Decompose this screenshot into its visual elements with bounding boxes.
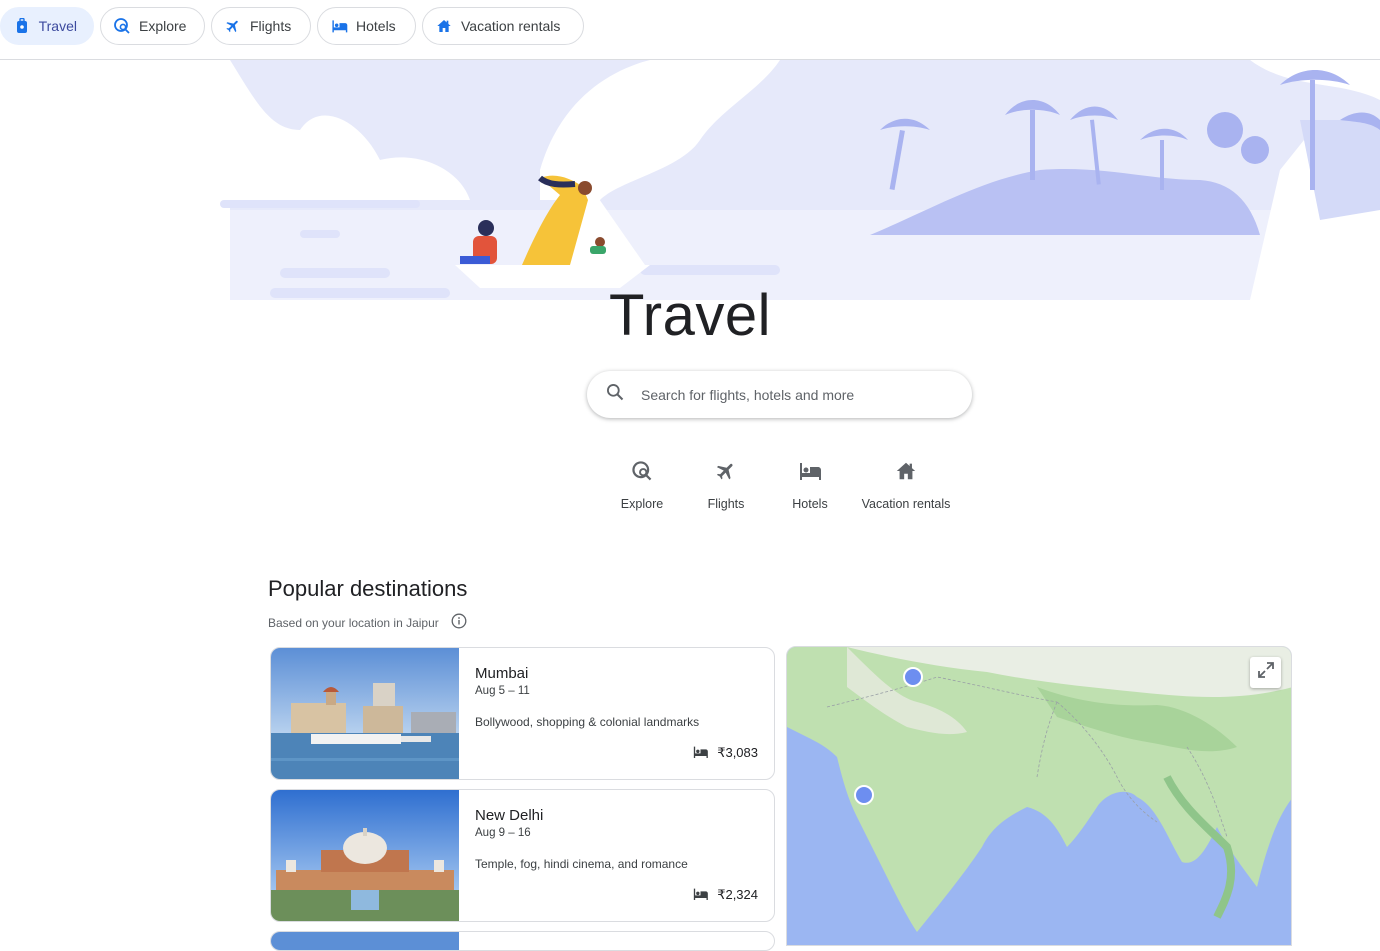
destination-hotel-price: ₹2,324 [692,887,758,903]
destination-city: New Delhi [475,807,544,824]
destination-dates: Aug 9 – 16 [475,827,531,839]
page-title: Travel [609,283,771,348]
quick-link-vacation-rentals-label: Vacation rentals [861,497,951,511]
destination-description: Temple, fog, hindi cinema, and romance [475,857,688,871]
section-subtitle: Based on your location in Jaipur [268,613,467,632]
destination-photo-partial [271,932,459,950]
destination-hotel-price: ₹3,083 [692,745,758,761]
quick-link-hotels-label: Hotels [792,497,828,511]
explore-icon [612,455,672,487]
search-icon [605,382,625,407]
house-icon [435,17,453,35]
house-icon [856,455,956,487]
tab-flights[interactable]: Flights [211,7,311,45]
top-nav: Travel Explore Flights Hotels Vacation r… [0,0,1380,60]
tab-vacation-rentals-label: Vacation rentals [461,18,561,34]
tab-explore-label: Explore [139,18,187,34]
search-input[interactable] [639,385,943,404]
bed-icon [692,746,709,761]
explore-icon [113,17,131,35]
quick-link-flights-label: Flights [707,497,745,511]
destination-photo-new-delhi [271,790,459,921]
quick-link-hotels[interactable]: Hotels [780,455,840,511]
price-value: ₹3,083 [717,745,758,760]
destination-card-new-delhi[interactable]: New Delhi Aug 9 – 16 Temple, fog, hindi … [270,789,775,922]
tab-hotels-label: Hotels [356,18,396,34]
expand-map-button[interactable] [1250,657,1281,688]
tab-hotels[interactable]: Hotels [317,7,416,45]
destination-dates: Aug 5 – 11 [475,685,530,697]
info-icon[interactable] [451,613,467,632]
search-box[interactable] [587,371,972,418]
destinations-map[interactable] [786,646,1292,946]
section-title: Popular destinations [268,576,468,601]
plane-icon [224,17,242,35]
travel-bag-icon [13,17,31,35]
price-value: ₹2,324 [717,887,758,902]
bed-icon [692,888,709,903]
bed-icon [780,455,840,487]
expand-icon [1257,661,1275,684]
destination-photo-mumbai [271,648,459,779]
tab-vacation-rentals[interactable]: Vacation rentals [422,7,584,45]
plane-icon [696,455,756,487]
quick-link-vacation-rentals[interactable]: Vacation rentals [856,455,956,511]
tab-travel-label: Travel [38,18,77,34]
section-subtitle-text: Based on your location in Jaipur [268,615,439,630]
quick-link-flights[interactable]: Flights [696,455,756,511]
tab-travel[interactable]: Travel [0,7,94,45]
destination-card-mumbai[interactable]: Mumbai Aug 5 – 11 Bollywood, shopping & … [270,647,775,780]
destination-description: Bollywood, shopping & colonial landmarks [475,715,700,729]
tab-explore[interactable]: Explore [100,7,205,45]
destination-card-partial[interactable] [270,931,775,951]
quick-link-explore[interactable]: Explore [612,455,672,511]
tab-flights-label: Flights [250,18,292,34]
destination-city: Mumbai [475,665,529,682]
bed-icon [330,17,348,35]
quick-link-explore-label: Explore [620,497,664,511]
